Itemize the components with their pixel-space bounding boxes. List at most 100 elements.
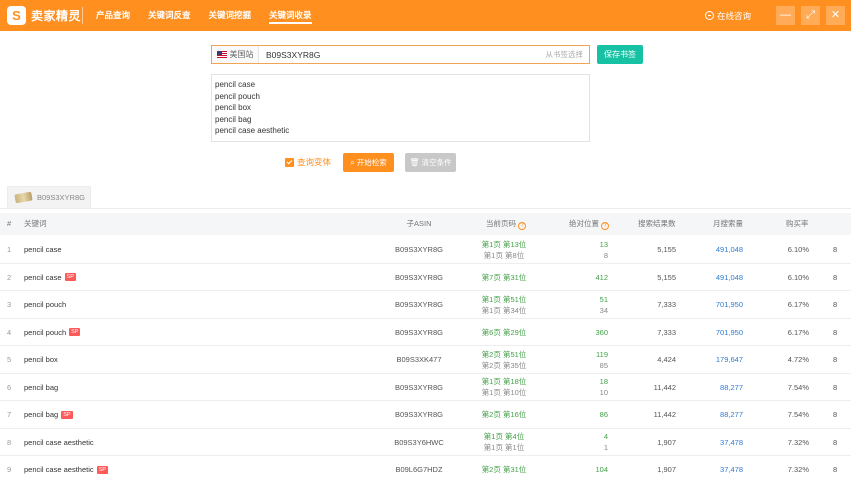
row-keyword[interactable]: pencil bag SP bbox=[24, 401, 73, 428]
nav-item-0[interactable]: 产品查询 bbox=[96, 0, 130, 31]
start-search-button[interactable]: ⌕ 开始检索 bbox=[343, 153, 394, 172]
checkbox-checked-icon bbox=[285, 157, 294, 167]
table-row[interactable]: 2 pencil case SP B09S3XYR8G 第7页 第31位 412 5,155… bbox=[0, 264, 851, 291]
row-rank-primary: 第6页 第29位 bbox=[481, 327, 527, 337]
keyword-line: pencil case aesthetic bbox=[215, 126, 290, 135]
online-consult-button[interactable]: 在线咨询 bbox=[705, 0, 751, 31]
chat-icon bbox=[705, 11, 714, 20]
row-rank-primary: 第2页 第31位 bbox=[481, 465, 527, 474]
help-icon[interactable]: ? bbox=[601, 222, 609, 230]
nav-item-2[interactable]: 关键词挖掘 bbox=[209, 0, 252, 31]
table-row[interactable]: 4 pencil pouch SP B09S3XYR8G 第6页 第29位 360 7,33… bbox=[0, 319, 851, 346]
table-row[interactable]: 6 pencil bag B09S3XYR8G 第1页 第18位 第1页 第10位 18 1… bbox=[0, 374, 851, 401]
nav-item-1[interactable]: 关键词反查 bbox=[148, 0, 191, 31]
row-index: 6 bbox=[7, 382, 12, 392]
table-row[interactable]: 1 pencil case B09S3XYR8G 第1页 第13位 第1页 第8位 13 8… bbox=[0, 236, 851, 264]
row-pos-primary: 412 bbox=[595, 272, 608, 282]
row-child-asin[interactable]: B09S3XYR8G bbox=[380, 374, 458, 401]
row-search-results: 4,424 bbox=[657, 355, 676, 364]
row-monthly-searches[interactable]: 37,478 bbox=[693, 456, 743, 483]
row-keyword[interactable]: pencil pouch bbox=[24, 291, 66, 318]
row-rank-secondary: 第1页 第10位 bbox=[481, 388, 527, 397]
trash-icon: 🗑 bbox=[409, 158, 420, 167]
help-icon[interactable]: ? bbox=[518, 222, 526, 230]
app-logo[interactable]: S 卖家精灵 bbox=[7, 6, 81, 25]
row-keyword-text: pencil case bbox=[24, 245, 62, 254]
col-search-results[interactable]: 搜索结果数 bbox=[638, 213, 676, 235]
row-child-asin[interactable]: B09S3XYR8G bbox=[380, 319, 458, 346]
row-index: 1 bbox=[7, 245, 12, 254]
row-child-asin[interactable]: B09L6G7HDZ bbox=[380, 456, 458, 483]
clear-conditions-label: 清空条件 bbox=[421, 158, 452, 167]
row-child-asin[interactable]: B09S3XK477 bbox=[380, 346, 458, 373]
nav-item-3[interactable]: 关键词收录 bbox=[269, 0, 312, 31]
logo-text: 卖家精灵 bbox=[31, 9, 82, 23]
row-keyword[interactable]: pencil case aesthetic bbox=[24, 429, 94, 456]
row-monthly-searches[interactable]: 701,950 bbox=[693, 319, 743, 346]
row-absolute-position: 18 10 bbox=[560, 374, 608, 401]
row-pos-secondary: 34 bbox=[599, 305, 608, 315]
row-search-results: 11,442 bbox=[653, 382, 676, 392]
row-current-page: 第1页 第51位 第1页 第34位 bbox=[466, 291, 542, 318]
row-monthly-searches[interactable]: 88,277 bbox=[693, 374, 743, 401]
col-absolute-position[interactable]: 绝对位置? bbox=[569, 213, 609, 235]
col-purchase-rate[interactable]: 购买率 bbox=[786, 213, 809, 235]
minimize-button[interactable]: — bbox=[776, 6, 795, 25]
row-monthly-searches[interactable]: 88,277 bbox=[693, 401, 743, 428]
row-keyword[interactable]: pencil bag bbox=[24, 374, 58, 401]
row-search-results: 5,155 bbox=[657, 245, 676, 254]
col-keyword[interactable]: 关键词 bbox=[24, 213, 47, 235]
maximize-button[interactable]: ⤢ bbox=[801, 6, 820, 25]
bookmark-select-link[interactable]: 从书签选择 bbox=[546, 49, 590, 60]
close-button[interactable]: ✕ bbox=[826, 6, 845, 25]
row-monthly-searches[interactable]: 37,478 bbox=[693, 429, 743, 456]
row-keyword[interactable]: pencil case SP bbox=[24, 264, 76, 291]
table-row[interactable]: 3 pencil pouch B09S3XYR8G 第1页 第51位 第1页 第34位 5… bbox=[0, 291, 851, 319]
row-purchase-rate: 7.54% bbox=[787, 382, 809, 392]
table-row[interactable]: 9 pencil case aesthetic SP B09L6G7HDZ 第2页 第3… bbox=[0, 456, 851, 483]
row-purchase-rate: 7.54% bbox=[787, 410, 809, 419]
clear-conditions-button[interactable]: 🗑 清空条件 bbox=[405, 153, 456, 172]
product-tab[interactable]: B09S3XYR8G bbox=[7, 186, 91, 208]
row-current-page: 第2页 第51位 第2页 第35位 bbox=[466, 346, 542, 373]
row-keyword-text: pencil bag bbox=[24, 382, 59, 392]
sp-badge: SP bbox=[96, 465, 108, 474]
table-row[interactable]: 8 pencil case aesthetic B09S3Y6HWC 第1页 第4位第… bbox=[0, 429, 851, 456]
row-pos-primary: 18 bbox=[599, 377, 608, 386]
row-purchase-rate: 6.17% bbox=[787, 327, 809, 337]
row-child-asin[interactable]: B09S3XYR8G bbox=[380, 236, 458, 263]
col-child-asin[interactable]: 子ASIN bbox=[380, 213, 458, 235]
row-keyword[interactable]: pencil case aesthetic SP bbox=[24, 456, 108, 483]
table-row[interactable]: 5 pencil box B09S3XK477 第2页 第51位 第2页 第35位 119… bbox=[0, 346, 851, 374]
row-child-asin[interactable]: B09S3XYR8G bbox=[380, 401, 458, 428]
row-keyword[interactable]: pencil case bbox=[24, 236, 62, 263]
asin-input[interactable] bbox=[259, 49, 546, 60]
table-row[interactable]: 7 pencil bag SP B09S3XYR8G 第2页 第16位 86 11,442 8… bbox=[0, 401, 851, 429]
row-rank-primary: 第1页 第13位 bbox=[481, 239, 527, 249]
row-absolute-position: 13 8 bbox=[560, 236, 608, 263]
row-monthly-searches[interactable]: 491,048 bbox=[693, 264, 743, 291]
row-keyword[interactable]: pencil box bbox=[24, 346, 58, 373]
row-rank-primary: 第2页 第51位 bbox=[481, 349, 527, 359]
row-monthly-searches[interactable]: 179,647 bbox=[693, 346, 743, 373]
row-absolute-position: 360 bbox=[560, 319, 608, 346]
query-variant-checkbox[interactable]: 查询变体 bbox=[285, 156, 331, 168]
row-keyword[interactable]: pencil pouch SP bbox=[24, 319, 81, 346]
start-search-label: 开始检索 bbox=[356, 158, 387, 167]
row-index: 7 bbox=[7, 410, 12, 419]
row-child-asin[interactable]: B09S3Y6HWC bbox=[380, 429, 458, 456]
site-selector[interactable]: 美国站 bbox=[212, 46, 259, 63]
top-header: S 卖家精灵 产品查询 关键词反查 关键词挖掘 关键词收录 在线咨询 — ⤢ ✕ bbox=[0, 0, 851, 31]
row-rank-primary: 第1页 第51位 bbox=[481, 294, 527, 304]
row-child-asin[interactable]: B09S3XYR8G bbox=[380, 291, 458, 318]
row-monthly-searches[interactable]: 701,950 bbox=[693, 291, 743, 318]
row-keyword-text: pencil bag bbox=[24, 410, 59, 419]
keyword-textarea[interactable]: pencil case pencil pouch pencil box pencil … bbox=[211, 74, 590, 142]
col-current-page[interactable]: 当前页码? bbox=[486, 213, 526, 235]
row-child-asin[interactable]: B09S3XYR8G bbox=[380, 264, 458, 291]
row-monthly-searches[interactable]: 491,048 bbox=[693, 236, 743, 263]
col-monthly-searches[interactable]: 月搜索量 bbox=[713, 213, 743, 235]
row-keyword-text: pencil pouch bbox=[24, 300, 67, 309]
row-keyword-text: pencil case aesthetic bbox=[24, 465, 94, 474]
save-bookmark-button[interactable]: 保存书签 bbox=[597, 45, 643, 64]
